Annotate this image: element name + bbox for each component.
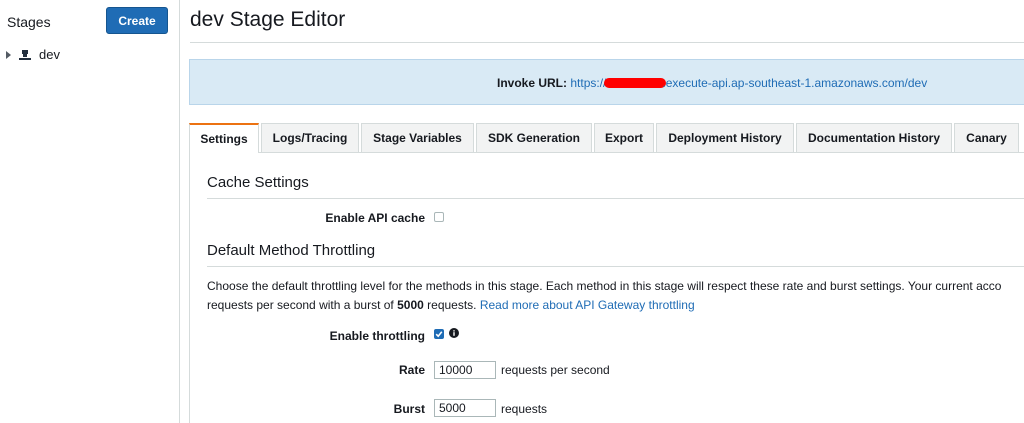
stage-name: dev bbox=[39, 47, 60, 62]
invoke-url-label: Invoke URL: bbox=[497, 76, 568, 90]
tab-underline bbox=[189, 152, 1024, 153]
stage-icon bbox=[19, 49, 31, 60]
tab-deployment-history[interactable]: Deployment History bbox=[656, 123, 794, 152]
cache-settings-title: Cache Settings bbox=[207, 174, 309, 191]
tab-stage-variables[interactable]: Stage Variables bbox=[361, 123, 474, 152]
enable-throttling-label: Enable throttling bbox=[329, 329, 425, 343]
cache-settings-divider bbox=[207, 198, 1024, 199]
burst-input[interactable] bbox=[434, 399, 496, 417]
page-title: dev Stage Editor bbox=[190, 8, 346, 31]
tab-sdk-generation[interactable]: SDK Generation bbox=[476, 123, 592, 152]
info-icon[interactable] bbox=[449, 328, 459, 338]
enable-api-cache-label: Enable API cache bbox=[325, 211, 425, 225]
invoke-url-link[interactable]: https:// .execute-api.ap-southeast-1.amaz… bbox=[570, 76, 927, 90]
throttling-docs-link[interactable]: Read more about API Gateway throttling bbox=[480, 298, 695, 312]
stages-title: Stages bbox=[7, 14, 51, 30]
throttling-divider bbox=[207, 266, 1024, 267]
rate-input[interactable] bbox=[434, 361, 496, 379]
burst-unit: requests bbox=[501, 402, 548, 416]
burst-label: Burst bbox=[393, 402, 425, 416]
invoke-url-line: Invoke URL: https:// .execute-api.ap-sout… bbox=[497, 76, 927, 90]
stage-item-dev[interactable]: dev bbox=[6, 47, 60, 62]
title-divider bbox=[190, 42, 1024, 43]
desc-burst-value: 5000 bbox=[397, 298, 424, 312]
throttling-description: Choose the default throttling level for … bbox=[207, 277, 1024, 315]
stages-panel: Stages Create dev bbox=[0, 0, 180, 423]
tab-canary[interactable]: Canary bbox=[954, 123, 1019, 152]
rate-label: Rate bbox=[398, 363, 425, 377]
throttling-description-line2: requests per second with a burst of 5000… bbox=[207, 296, 1024, 315]
stage-editor-tabs: Settings Logs/Tracing Stage Variables SD… bbox=[189, 123, 1024, 153]
enable-throttling-checkbox[interactable] bbox=[434, 329, 444, 339]
desc-text-post: requests. bbox=[423, 298, 480, 312]
expand-caret-icon[interactable] bbox=[6, 50, 11, 59]
content-left-border bbox=[189, 153, 190, 423]
tab-settings[interactable]: Settings bbox=[189, 123, 259, 153]
throttling-description-line1: Choose the default throttling level for … bbox=[207, 279, 1002, 293]
checkmark-icon bbox=[435, 331, 443, 338]
tab-documentation-history[interactable]: Documentation History bbox=[796, 123, 952, 152]
invoke-url-prefix: https:// bbox=[570, 76, 607, 90]
desc-text-pre: requests per second with a burst of bbox=[207, 298, 398, 312]
create-stage-button[interactable]: Create bbox=[106, 7, 168, 34]
tab-export[interactable]: Export bbox=[594, 123, 654, 152]
invoke-url-suffix: .execute-api.ap-southeast-1.amazonaws.co… bbox=[662, 76, 928, 90]
throttling-title: Default Method Throttling bbox=[207, 242, 376, 259]
rate-unit: requests per second bbox=[501, 363, 610, 377]
invoke-url-banner: Invoke URL: https:// .execute-api.ap-sout… bbox=[189, 59, 1024, 105]
redaction-mark bbox=[604, 78, 667, 88]
enable-api-cache-checkbox[interactable] bbox=[434, 212, 444, 222]
tab-logs-tracing[interactable]: Logs/Tracing bbox=[261, 123, 359, 152]
